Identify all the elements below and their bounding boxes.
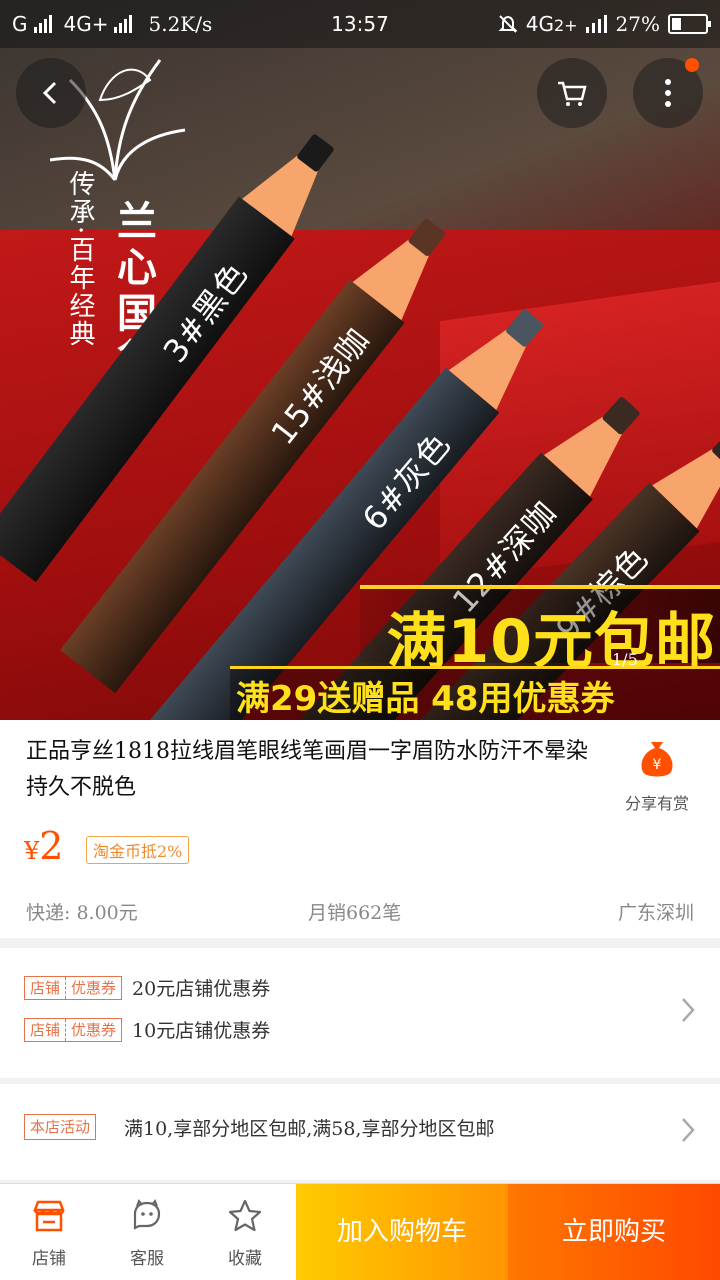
more-button[interactable] [633, 58, 703, 128]
chevron-right-icon [682, 1118, 695, 1142]
shop-icon [33, 1200, 65, 1232]
product-gallery[interactable]: 兰心国货 传承·百年经典 3#黑色15#浅咖6#灰色12#深咖9#棕色 满10元… [0, 0, 720, 720]
favorite-tab[interactable]: 收藏 [196, 1184, 294, 1280]
price: ¥2 [24, 824, 63, 868]
signal-icon-3 [585, 15, 607, 33]
cart-button[interactable] [537, 58, 607, 128]
network-label-2: 4G2+ [526, 12, 578, 36]
ship-location: 广东深圳 [617, 902, 694, 924]
more-vertical-icon [665, 79, 671, 107]
coupon-row: 店铺 优惠券 20元店铺优惠券 [24, 974, 270, 1001]
product-info: 正品亨丝1818拉线眉笔眼线笔画眉一字眉防水防汗不晕染持久不脱色 ¥ 分享有赏 … [0, 720, 720, 938]
price-value: 2 [39, 824, 64, 868]
activity-text: 满10,享部分地区包邮,满58,享部分地区包邮 [124, 1118, 495, 1140]
shop-tab[interactable]: 店铺 [0, 1184, 98, 1280]
buy-now-button[interactable]: 立即购买 [508, 1184, 720, 1280]
gallery-page-indicator: 1/5 [612, 650, 638, 669]
coupon-tag: 店铺 优惠券 [24, 1017, 123, 1042]
promo-line-2: 满29送赠品 48用优惠券 [230, 666, 720, 720]
monthly-sales: 月销662笔 [308, 902, 402, 924]
add-to-cart-button[interactable]: 加入购物车 [296, 1184, 508, 1280]
star-icon [228, 1199, 262, 1232]
notification-dot [685, 58, 699, 72]
bottom-action-bar: 店铺 客服 收藏 加入购物车 立即购买 [0, 1183, 720, 1280]
share-label: 分享有赏 [624, 794, 689, 813]
promo-line-1: 满10元包邮 [360, 585, 720, 677]
network2-sub: 2+ [553, 16, 578, 35]
shop-activity-row[interactable]: 本店活动 满10,享部分地区包邮,满58,享部分地区包邮 [0, 1084, 720, 1180]
status-bar: G 4G+ 5.2K/s 13:57 4G2+ 27% [0, 0, 720, 48]
battery-percent: 27% [615, 12, 660, 36]
coupon-tag: 店铺 优惠券 [24, 975, 123, 1000]
network2-main: 4G [525, 12, 554, 36]
brand-slogan: 传承·百年经典 [65, 170, 95, 349]
chevron-right-icon [682, 998, 695, 1022]
promo-banner: 满10元包邮 满29送赠品 48用优惠券 [230, 585, 720, 720]
back-button[interactable] [16, 58, 86, 128]
svg-text:¥: ¥ [653, 757, 662, 773]
product-title: 正品亨丝1818拉线眉笔眼线笔画眉一字眉防水防汗不晕染持久不脱色 [26, 739, 588, 800]
cart-icon [558, 81, 587, 106]
coupon-tag-right: 优惠券 [65, 976, 121, 999]
coupon-tag-left: 店铺 [30, 1020, 61, 1039]
shipping-fee: 快递: 8.00元 [26, 902, 138, 924]
chat-face-icon [133, 1198, 161, 1230]
taojinbi-tag: 淘金币抵2% [86, 836, 190, 864]
price-currency: ¥ [24, 837, 40, 865]
share-reward-button[interactable]: ¥ 分享有赏 [616, 738, 698, 814]
back-arrow-icon [42, 81, 57, 105]
battery-icon [668, 14, 711, 34]
customer-service-tab[interactable]: 客服 [98, 1184, 196, 1280]
promo-line-2-text: 满29送赠品 48用优惠券 [236, 679, 615, 719]
coupon-tag-left: 店铺 [30, 978, 61, 997]
shop-label: 店铺 [32, 1249, 66, 1269]
coupon-row: 店铺 优惠券 10元店铺优惠券 [24, 1016, 270, 1043]
coupon-text: 10元店铺优惠券 [132, 1020, 271, 1042]
money-bag-icon: ¥ [641, 742, 673, 777]
activity-tag: 本店活动 [24, 1114, 97, 1140]
mute-icon [498, 15, 518, 33]
coupon-section[interactable]: 店铺 优惠券 20元店铺优惠券 店铺 优惠券 10元店铺优惠券 [0, 948, 720, 1078]
service-label: 客服 [130, 1249, 164, 1269]
favorite-label: 收藏 [228, 1249, 262, 1269]
coupon-tag-right: 优惠券 [65, 1018, 121, 1041]
coupon-text: 20元店铺优惠券 [132, 978, 271, 1000]
